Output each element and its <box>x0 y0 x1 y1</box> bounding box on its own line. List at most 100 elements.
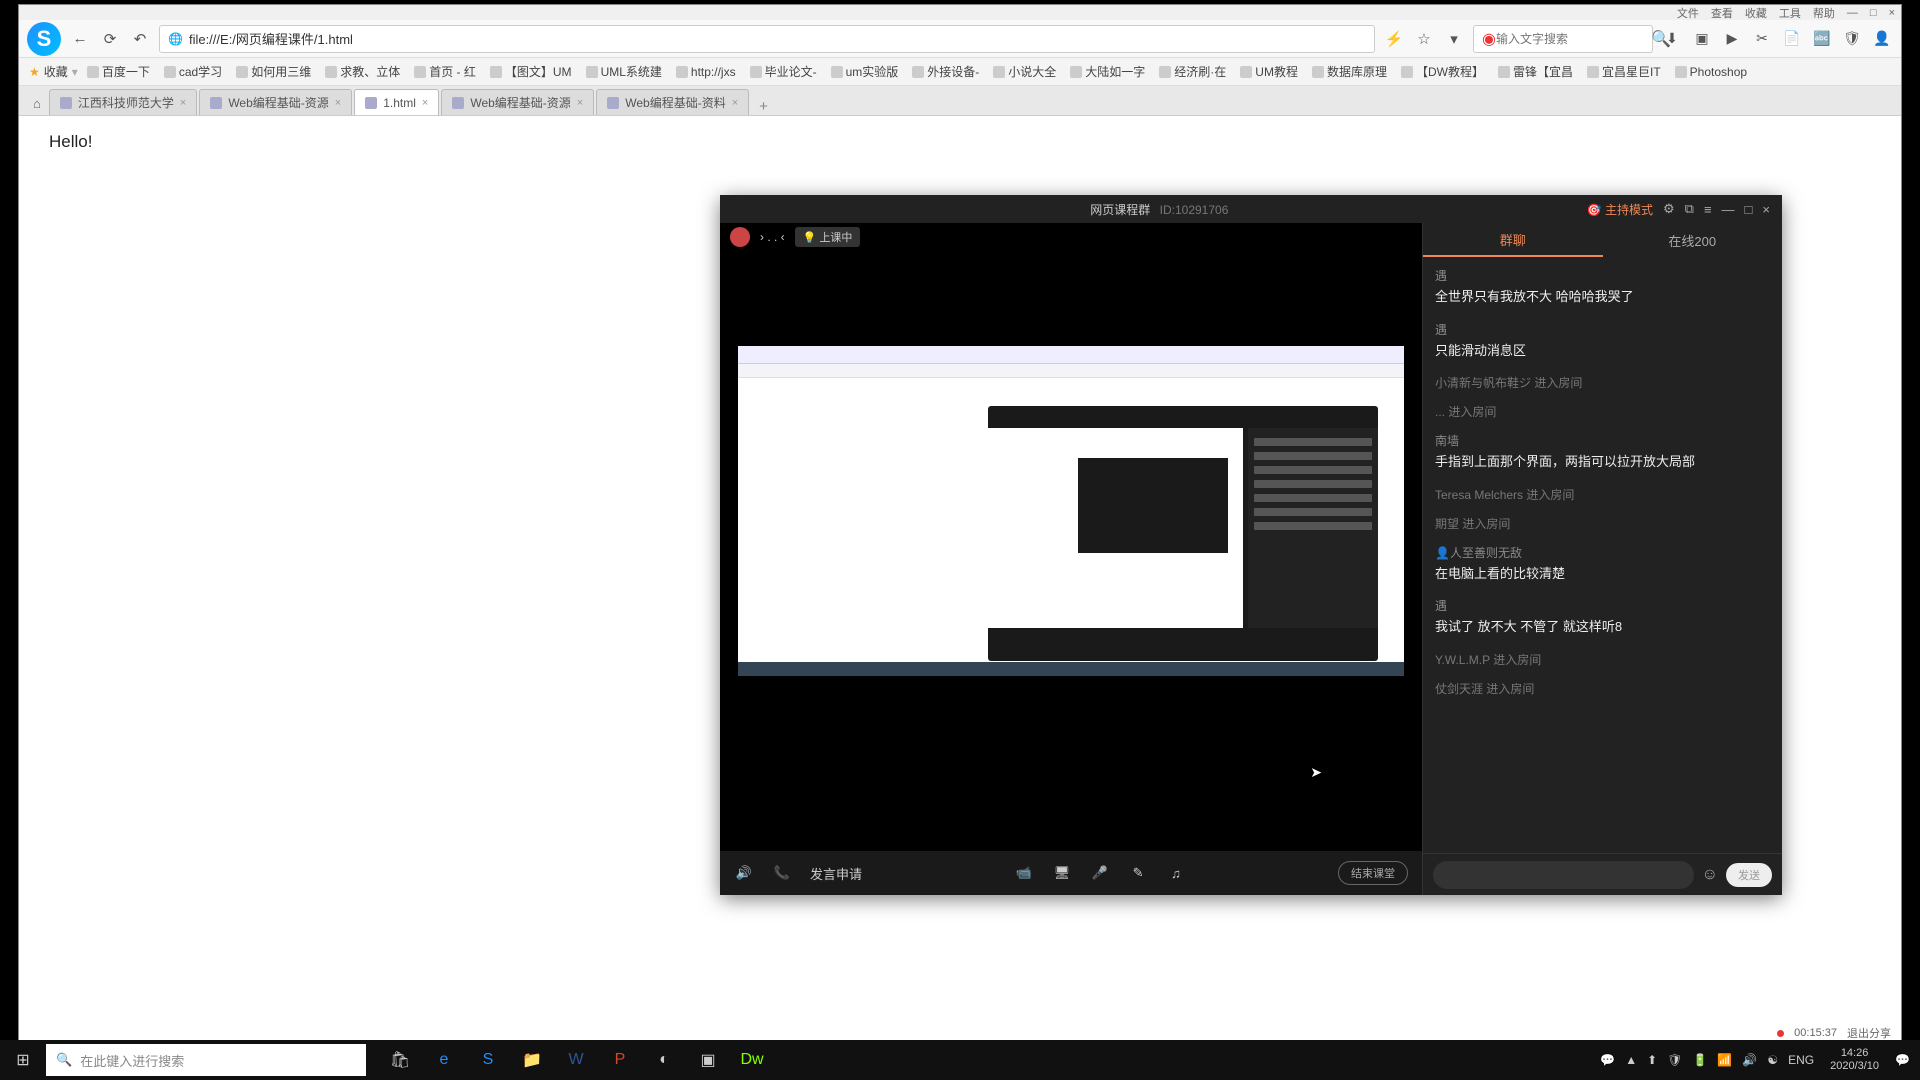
exit-share-button[interactable]: 退出分享 <box>1847 1025 1891 1041</box>
send-button[interactable]: 发送 <box>1726 863 1772 887</box>
bookmark-item[interactable]: UML系统建 <box>581 61 667 82</box>
minimize-icon[interactable]: — <box>1722 202 1735 217</box>
menu-fav[interactable]: 收藏 <box>1745 5 1767 21</box>
bookmark-item[interactable]: UM教程 <box>1235 61 1303 82</box>
speak-request-label[interactable]: 发言申请 <box>810 864 862 883</box>
presenter-avatar-icon[interactable] <box>730 227 750 247</box>
app-icon[interactable]: ▣ <box>688 1040 728 1080</box>
menu-file[interactable]: 文件 <box>1677 5 1699 21</box>
taskbar-search[interactable]: 🔍 在此键入进行搜索 <box>46 1044 366 1076</box>
speaker-icon[interactable]: 🔊 <box>734 865 754 881</box>
app-icon[interactable]: ◐ <box>644 1040 684 1080</box>
url-input[interactable] <box>189 31 1366 46</box>
bookmark-item[interactable]: 小说大全 <box>988 61 1061 82</box>
close-icon[interactable]: × <box>577 97 583 109</box>
bookmark-item[interactable]: 数据库原理 <box>1307 61 1392 82</box>
fav-star-icon[interactable]: ★ <box>29 65 40 79</box>
search-input[interactable] <box>1496 32 1651 46</box>
tray-icon[interactable]: ⬆ <box>1647 1053 1657 1067</box>
popout-icon[interactable]: ⧉ <box>1685 201 1694 217</box>
maximize-icon[interactable]: □ <box>1745 202 1753 217</box>
scissors-icon[interactable]: ✂ <box>1751 28 1773 50</box>
win-min[interactable]: — <box>1847 7 1858 19</box>
win-close[interactable]: × <box>1889 7 1895 19</box>
bookmark-item[interactable]: 毕业论文- <box>745 61 822 82</box>
classroom-titlebar[interactable]: 网页课程群 ID:10291706 🎯 主持模式 ⚙ ⧉ ≡ — □ × <box>720 195 1782 223</box>
close-icon[interactable]: × <box>732 97 738 109</box>
bookmark-item[interactable]: 大陆如一字 <box>1065 61 1150 82</box>
star-icon[interactable]: ☆ <box>1413 28 1435 50</box>
explorer-icon[interactable]: 📁 <box>512 1040 552 1080</box>
browser-logo-icon[interactable]: S <box>27 22 61 56</box>
win-max[interactable]: □ <box>1870 7 1877 19</box>
dreamweaver-icon[interactable]: Dw <box>732 1040 772 1080</box>
shield-icon[interactable]: 🛡 <box>1841 28 1863 50</box>
bookmark-item[interactable]: um实验版 <box>826 61 904 82</box>
bookmark-item[interactable]: 首页 - 红 <box>409 61 481 82</box>
store-icon[interactable]: 🛍 <box>380 1040 420 1080</box>
tray-icon[interactable]: ▲ <box>1625 1053 1637 1067</box>
back-icon[interactable]: ← <box>69 28 91 50</box>
browser-tab[interactable]: 1.html× <box>354 89 439 115</box>
menu-help[interactable]: 帮助 <box>1813 5 1835 21</box>
edit-icon[interactable]: ✎ <box>1128 865 1148 881</box>
bookmark-item[interactable]: 【DW教程】 <box>1396 61 1489 82</box>
chat-input[interactable] <box>1433 861 1694 889</box>
browser-tab[interactable]: 江西科技师范大学× <box>49 89 197 115</box>
bookmark-item[interactable]: 如何用三维 <box>231 61 316 82</box>
dropdown-icon[interactable]: ▾ <box>1443 28 1465 50</box>
tab-online[interactable]: 在线200 <box>1603 223 1783 257</box>
screenshot-icon[interactable]: ▣ <box>1691 28 1713 50</box>
video-icon[interactable]: ▶ <box>1721 28 1743 50</box>
flash-icon[interactable]: ⚡ <box>1383 28 1405 50</box>
reload-icon[interactable]: ⟳ <box>99 28 121 50</box>
tray-icon[interactable]: 💬 <box>1600 1053 1615 1067</box>
bookmark-item[interactable]: 宜昌星巨IT <box>1582 61 1666 82</box>
bookmark-item[interactable]: cad学习 <box>159 61 227 82</box>
download-icon[interactable]: ⬇ <box>1661 28 1683 50</box>
edge-icon[interactable]: e <box>424 1040 464 1080</box>
phone-icon[interactable]: 📞 <box>772 865 792 881</box>
clock[interactable]: 14:26 2020/3/10 <box>1824 1047 1885 1073</box>
screen-icon[interactable]: 🖥 <box>1052 865 1072 881</box>
tray-icon[interactable]: 🛡 <box>1667 1053 1682 1067</box>
close-icon[interactable]: × <box>1762 202 1770 217</box>
person-icon[interactable]: 👤 <box>1871 28 1893 50</box>
bookmark-item[interactable]: http://jxs <box>671 63 741 81</box>
bookmark-item[interactable]: 外接设备- <box>907 61 984 82</box>
mic-icon[interactable]: 🎤 <box>1090 865 1110 881</box>
bookmark-item[interactable]: 【图文】UM <box>485 61 577 82</box>
new-tab-button[interactable]: + <box>751 98 776 115</box>
lang-indicator[interactable]: ENG <box>1788 1053 1814 1067</box>
menu-tools[interactable]: 工具 <box>1779 5 1801 21</box>
browser-icon[interactable]: S <box>468 1040 508 1080</box>
gear-icon[interactable]: ⚙ <box>1663 201 1675 217</box>
doc-icon[interactable]: 📄 <box>1781 28 1803 50</box>
menu-view[interactable]: 查看 <box>1711 5 1733 21</box>
tab-groupchat[interactable]: 群聊 <box>1423 223 1603 257</box>
ime-icon[interactable]: ☯ <box>1767 1053 1778 1067</box>
browser-tab[interactable]: Web编程基础-资源× <box>199 89 352 115</box>
browser-tab[interactable]: Web编程基础-资料× <box>596 89 749 115</box>
powerpoint-icon[interactable]: P <box>600 1040 640 1080</box>
notifications-icon[interactable]: 💬 <box>1895 1053 1910 1067</box>
close-icon[interactable]: × <box>335 97 341 109</box>
translate-icon[interactable]: 🔤 <box>1811 28 1833 50</box>
browser-tab[interactable]: Web编程基础-资源× <box>441 89 594 115</box>
bookmark-item[interactable]: 雷锋【宜昌 <box>1493 61 1578 82</box>
undo-icon[interactable]: ↶ <box>129 28 151 50</box>
tray-icon[interactable]: 🔋 <box>1692 1053 1707 1067</box>
emoji-icon[interactable]: ☺ <box>1702 866 1718 884</box>
nav-arrows[interactable]: › . . ‹ <box>760 230 785 244</box>
close-icon[interactable]: × <box>422 97 428 109</box>
camera-icon[interactable]: 📹 <box>1014 865 1034 881</box>
menu-icon[interactable]: ≡ <box>1704 202 1712 217</box>
bookmark-item[interactable]: 百度一下 <box>82 61 155 82</box>
bookmark-item[interactable]: Photoshop <box>1670 63 1752 81</box>
bookmark-item[interactable]: 经济刷·在 <box>1154 61 1231 82</box>
home-icon[interactable]: ⌂ <box>25 92 49 115</box>
address-bar[interactable]: 🌐 <box>159 25 1375 53</box>
word-icon[interactable]: W <box>556 1040 596 1080</box>
search-box[interactable]: ◉ 🔍 <box>1473 25 1653 53</box>
tray-icon[interactable]: 🔊 <box>1742 1053 1757 1067</box>
